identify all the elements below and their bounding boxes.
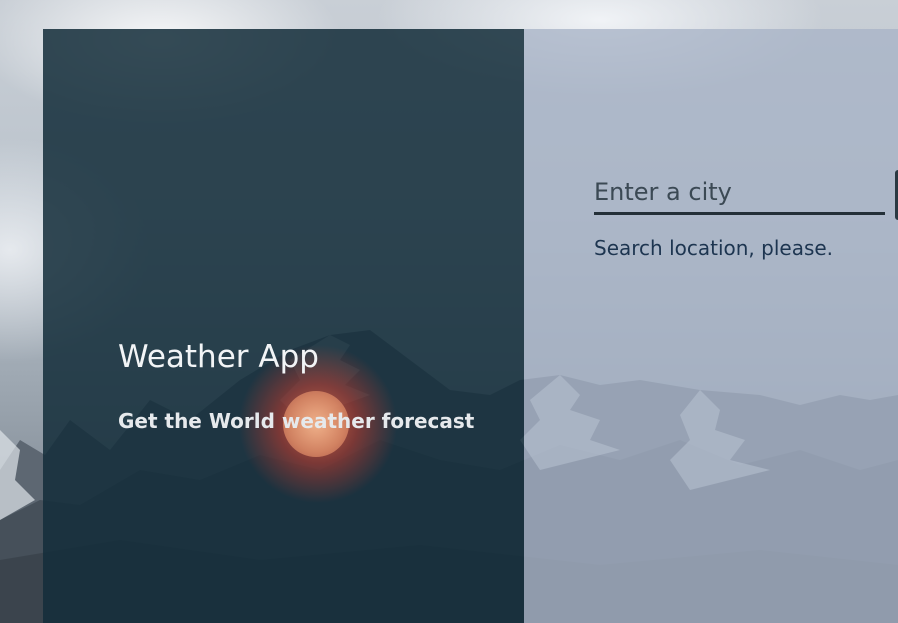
search-panel: Search location, please.: [524, 29, 898, 623]
hero-panel: Weather App Get the World weather foreca…: [43, 29, 524, 623]
app-subtitle: Get the World weather forecast: [118, 409, 475, 433]
city-search-input[interactable]: [594, 171, 885, 215]
app-title: Weather App: [118, 339, 319, 375]
search-hint: Search location, please.: [594, 236, 834, 260]
